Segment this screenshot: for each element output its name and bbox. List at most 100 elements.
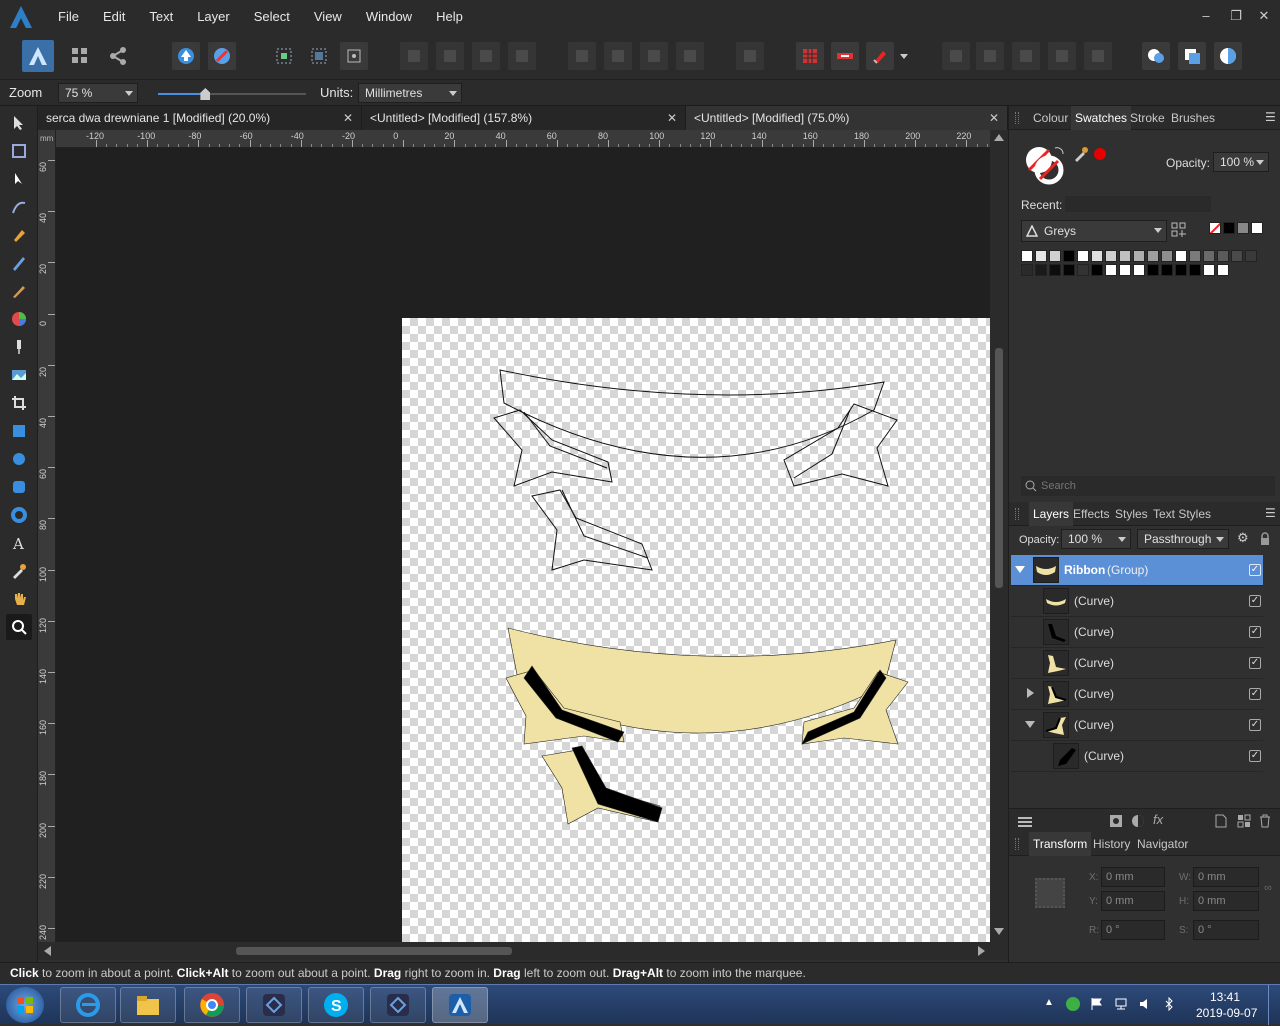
swatch-cell[interactable] — [1203, 264, 1215, 276]
units-combo[interactable]: Millimetres — [358, 83, 462, 103]
swatch-cell[interactable] — [1175, 264, 1187, 276]
swatch-cell[interactable] — [1077, 250, 1089, 262]
layer-row-curve-child[interactable]: (Curve) ✓ — [1011, 741, 1263, 772]
search-input[interactable] — [1041, 478, 1261, 494]
arrange-forward-button[interactable] — [472, 42, 500, 70]
menu-text[interactable]: Text — [137, 0, 185, 34]
insert-behind-button[interactable] — [976, 42, 1004, 70]
trash-icon[interactable] — [1259, 814, 1271, 828]
tray-expand-icon[interactable]: ▲ — [1044, 997, 1054, 1008]
network-icon[interactable] — [1114, 997, 1128, 1011]
select-within-button[interactable] — [305, 42, 333, 70]
horizontal-scrollbar[interactable] — [38, 942, 1008, 960]
layer-visibility-checkbox[interactable]: ✓ — [1249, 595, 1261, 607]
clock-time[interactable]: 13:41 — [1210, 990, 1240, 1004]
mask-icon[interactable] — [1109, 814, 1123, 828]
menu-file[interactable]: File — [46, 0, 91, 34]
tab-document-3[interactable]: <Untitled> [Modified] (75.0%) ✕ — [686, 106, 1008, 130]
flag-icon[interactable] — [1090, 997, 1104, 1011]
boolean-add-button[interactable] — [1012, 42, 1040, 70]
swatch-grey[interactable] — [1237, 222, 1249, 234]
current-color-dot[interactable] — [1094, 148, 1106, 160]
layer-visibility-checkbox[interactable]: ✓ — [1249, 564, 1261, 576]
swatch-cell[interactable] — [1161, 250, 1173, 262]
swatch-cell[interactable] — [1021, 250, 1033, 262]
transparency-tool[interactable] — [6, 334, 32, 360]
expand-arrow-icon[interactable] — [1015, 566, 1025, 573]
height-field[interactable]: 0 mm — [1193, 891, 1259, 911]
place-image-tool[interactable] — [6, 362, 32, 388]
swatch-cell[interactable] — [1063, 264, 1075, 276]
swatch-cell[interactable] — [1245, 250, 1257, 262]
node-tool[interactable] — [6, 166, 32, 192]
tab-history[interactable]: History — [1093, 832, 1130, 856]
panel-menu-icon[interactable]: ☰ — [1265, 110, 1276, 124]
swatch-opacity-combo[interactable]: 100 % — [1213, 152, 1269, 172]
swatch-none[interactable] — [1209, 222, 1221, 234]
vertical-ruler[interactable]: 60 40 20 0 20 40 60 80 100 120 140 160 180 200 220 240 — [38, 130, 56, 942]
tab-swatches[interactable]: Swatches — [1071, 106, 1132, 130]
fx-icon[interactable]: fx — [1153, 812, 1163, 827]
fill-stroke-selector[interactable] — [1023, 142, 1067, 186]
clock-date[interactable]: 2019-09-07 — [1196, 1006, 1257, 1020]
close-tab-icon[interactable]: ✕ — [989, 106, 999, 130]
swatch-cell[interactable] — [1119, 264, 1131, 276]
security-tray-icon[interactable] — [1066, 997, 1080, 1011]
swatch-cell[interactable] — [1175, 250, 1187, 262]
swatch-cell[interactable] — [1147, 264, 1159, 276]
panel-grip-icon[interactable] — [1015, 112, 1019, 124]
rotate-right-button[interactable] — [676, 42, 704, 70]
color-picker-tool[interactable] — [6, 558, 32, 584]
taskbar-skype[interactable]: S — [308, 987, 364, 1023]
new-layer-icon[interactable] — [1215, 814, 1227, 828]
scroll-right-icon[interactable] — [978, 946, 985, 956]
y-field[interactable]: 0 mm — [1101, 891, 1165, 911]
align-button[interactable] — [736, 42, 764, 70]
swatch-cell[interactable] — [1035, 264, 1047, 276]
layer-row-ribbon-group[interactable]: Ribbon (Group) ✓ — [1011, 555, 1263, 586]
rotate-left-button[interactable] — [640, 42, 668, 70]
boolean-intersect-button[interactable] — [1084, 42, 1112, 70]
menu-layer[interactable]: Layer — [185, 0, 242, 34]
expand-arrow-icon[interactable] — [1025, 721, 1035, 728]
tab-layers[interactable]: Layers — [1029, 502, 1074, 526]
crop-tool[interactable] — [6, 390, 32, 416]
close-tab-icon[interactable]: ✕ — [667, 106, 677, 130]
swatch-cell[interactable] — [1077, 264, 1089, 276]
pencil-tool[interactable] — [6, 250, 32, 276]
panel-grip-icon[interactable] — [1015, 508, 1019, 520]
collapse-arrow-icon[interactable] — [1027, 688, 1034, 698]
flip-vertical-button[interactable] — [604, 42, 632, 70]
pen-tool[interactable] — [6, 222, 32, 248]
recent-swatches[interactable] — [1065, 196, 1211, 212]
swatch-white[interactable] — [1251, 222, 1263, 234]
assistant-button[interactable] — [172, 42, 200, 70]
swatch-cell[interactable] — [1189, 264, 1201, 276]
tab-brushes[interactable]: Brushes — [1171, 106, 1215, 130]
arrange-backward-button[interactable] — [436, 42, 464, 70]
artboard-tool[interactable] — [6, 138, 32, 164]
shear-field[interactable]: 0 ° — [1193, 920, 1259, 940]
swatch-cell[interactable] — [1063, 250, 1075, 262]
horizontal-scroll-thumb[interactable] — [236, 947, 512, 955]
layer-row-curve[interactable]: (Curve) ✓ — [1011, 617, 1263, 648]
geometry-subtract-button[interactable] — [1178, 42, 1206, 70]
taskbar-file-explorer[interactable] — [120, 987, 176, 1023]
palette-selector[interactable]: Greys — [1021, 220, 1167, 242]
pixel-persona-button[interactable] — [66, 42, 94, 70]
brush-tool[interactable] — [6, 278, 32, 304]
taskbar-chrome[interactable] — [184, 987, 240, 1023]
rounded-rectangle-tool[interactable] — [6, 474, 32, 500]
taskbar-internet-explorer[interactable] — [60, 987, 116, 1023]
preferences-button[interactable] — [208, 42, 236, 70]
taskbar-affinity-photo[interactable] — [370, 987, 426, 1023]
swatch-cell[interactable] — [1035, 250, 1047, 262]
panel-menu-icon[interactable]: ☰ — [1265, 506, 1276, 520]
menu-help[interactable]: Help — [424, 0, 475, 34]
text-tool[interactable]: A — [6, 530, 32, 556]
rotation-field[interactable]: 0 ° — [1101, 920, 1165, 940]
geometry-intersect-button[interactable] — [1214, 42, 1242, 70]
menu-select[interactable]: Select — [242, 0, 302, 34]
swatch-cell[interactable] — [1021, 264, 1033, 276]
gear-icon[interactable]: ⚙ — [1237, 530, 1249, 546]
